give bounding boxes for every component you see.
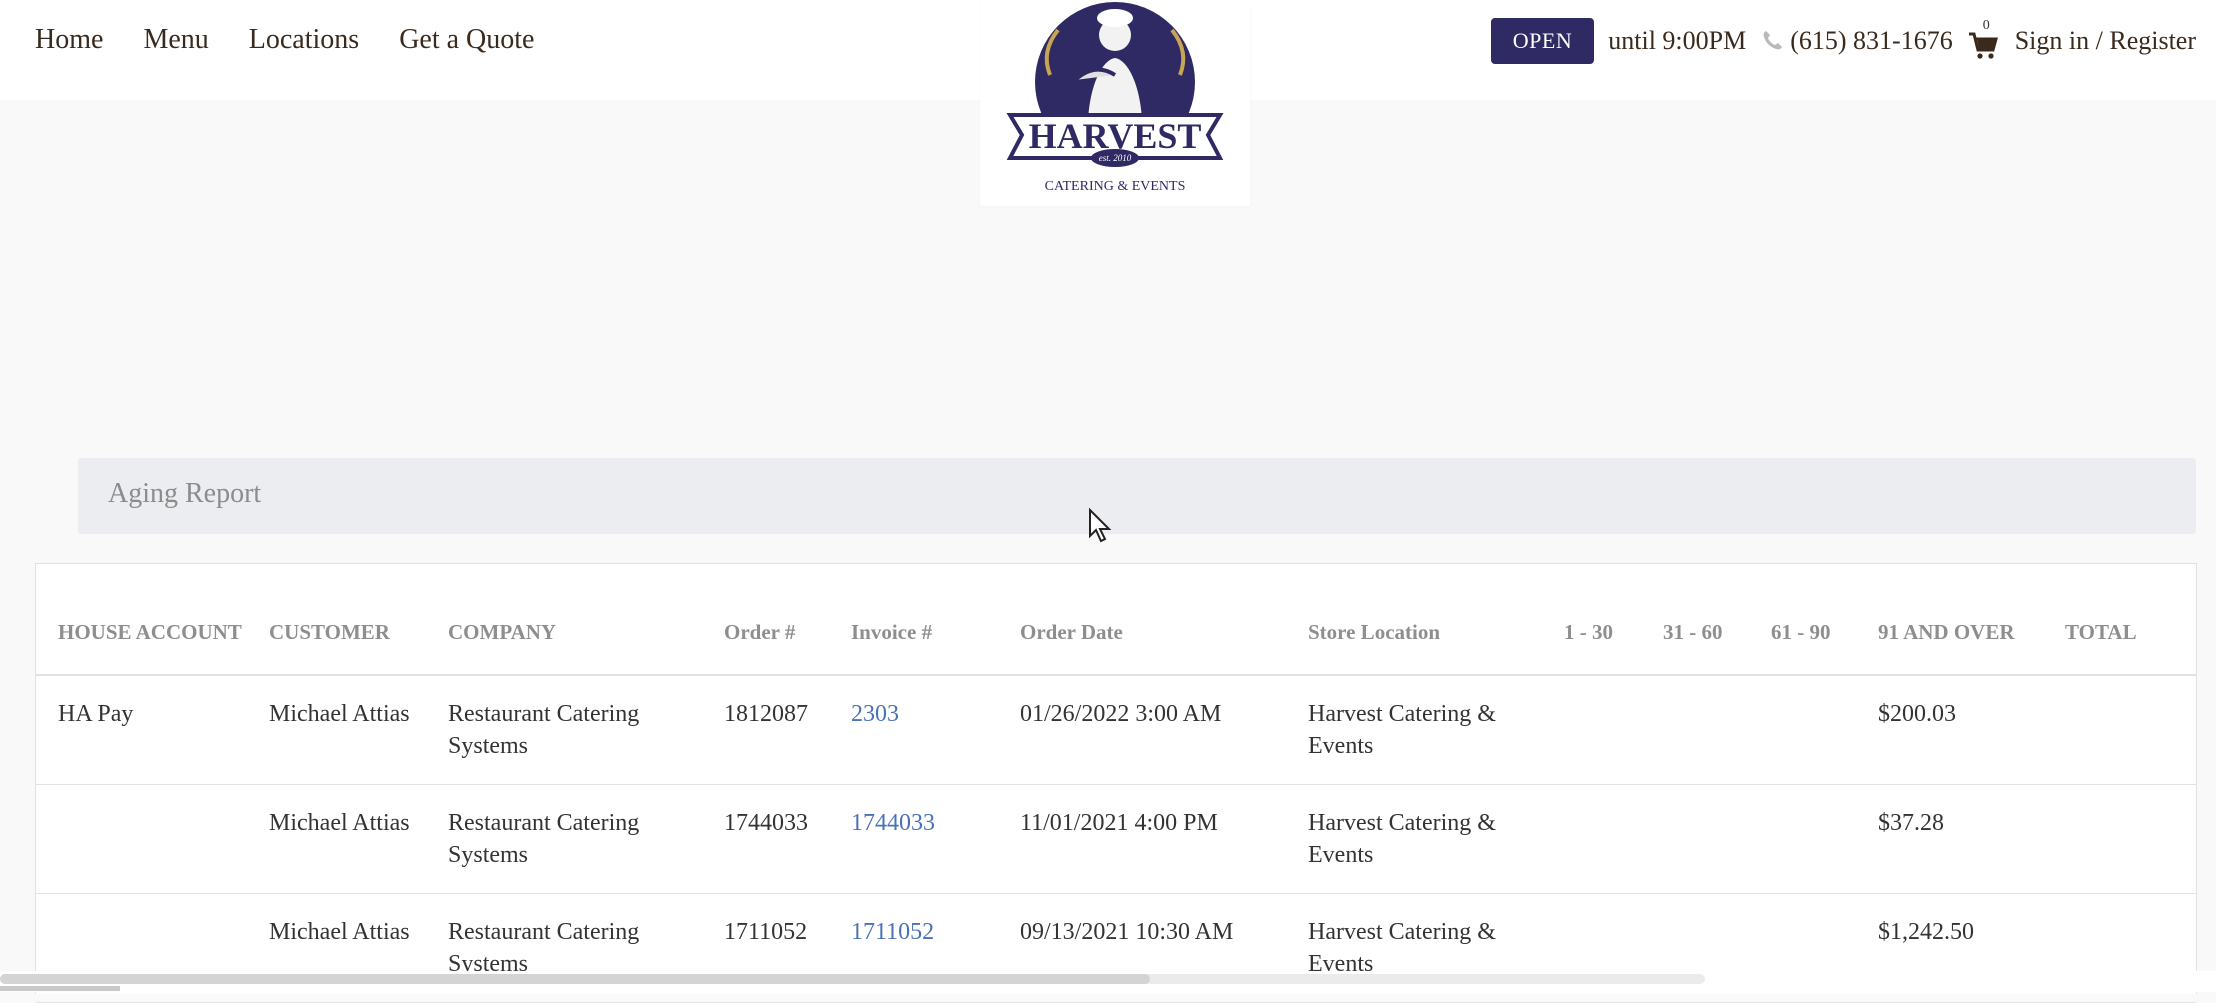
column-header[interactable]: Order Date — [998, 564, 1286, 676]
aging-31-60-cell — [1641, 784, 1749, 894]
open-status-badge: OPEN — [1490, 18, 1595, 64]
invoice-cell: 2303 — [829, 675, 998, 785]
phone-number[interactable]: (615) 831-1676 — [1760, 26, 1953, 56]
aging-91-over-cell: $200.03 — [1856, 675, 2043, 785]
table-row: HA Pay Michael Attias Restaurant Caterin… — [36, 675, 2196, 785]
harvest-logo[interactable]: HARVEST est. 2010 CATERING & EVENTS — [980, 0, 1250, 206]
main-nav: Home Menu Locations Get a Quote — [35, 24, 534, 56]
order-number-cell: 1812087 — [702, 675, 829, 785]
column-header[interactable]: 61 - 90 — [1749, 564, 1856, 676]
sign-in-register-link[interactable]: Sign in / Register — [2015, 26, 2196, 56]
aging-report-table: HOUSE ACCOUNT CUSTOMER COMPANY Order # I… — [36, 564, 2196, 1003]
aging-1-30-cell — [1542, 784, 1641, 894]
report-title: Aging Report — [108, 478, 262, 509]
column-header[interactable]: TOTAL — [2043, 564, 2196, 676]
column-header[interactable]: HOUSE ACCOUNT — [36, 564, 247, 676]
table-header-row: HOUSE ACCOUNT CUSTOMER COMPANY Order # I… — [36, 564, 2196, 676]
logo-established-text: est. 2010 — [1099, 153, 1132, 163]
company-cell: Restaurant Catering Systems — [426, 675, 702, 785]
column-header[interactable]: 91 AND OVER — [1856, 564, 2043, 676]
total-cell — [2043, 675, 2196, 785]
store-hours: until 9:00PM — [1608, 26, 1747, 55]
aging-61-90-cell — [1749, 784, 1856, 894]
logo-tagline-text: CATERING & EVENTS — [1045, 179, 1186, 194]
house-account-cell — [36, 784, 247, 894]
column-header[interactable]: CUSTOMER — [247, 564, 426, 676]
aging-1-30-cell — [1542, 675, 1641, 785]
customer-cell: Michael Attias — [247, 784, 426, 894]
mouse-cursor-icon — [1089, 508, 1112, 543]
house-account-cell: HA Pay — [36, 675, 247, 785]
scrollbar-thumb[interactable] — [0, 974, 1150, 984]
horizontal-scrollbar[interactable] — [0, 971, 2216, 992]
harvest-logo-emblem: HARVEST est. 2010 CATERING & EVENTS — [1006, 2, 1224, 194]
phone-icon — [1763, 31, 1783, 50]
invoice-link[interactable]: 2303 — [851, 701, 899, 727]
nav-locations-link[interactable]: Locations — [249, 24, 359, 56]
company-cell: Restaurant Catering Systems — [426, 784, 702, 894]
column-header[interactable]: Store Location — [1286, 564, 1542, 676]
customer-cell: Michael Attias — [247, 675, 426, 785]
store-location-cell: Harvest Catering & Events — [1286, 784, 1542, 894]
page-scrollbar-thumb[interactable] — [0, 986, 120, 991]
column-header[interactable]: COMPANY — [426, 564, 702, 676]
report-title-bar: Aging Report — [78, 458, 2196, 534]
shopping-cart-icon — [1968, 32, 1998, 59]
nav-home-link[interactable]: Home — [35, 24, 103, 56]
table-row: Michael Attias Restaurant Catering Syste… — [36, 784, 2196, 894]
order-number-cell: 1744033 — [702, 784, 829, 894]
cart-button[interactable]: 0 — [1967, 18, 2001, 59]
invoice-cell: 1744033 — [829, 784, 998, 894]
aging-91-over-cell: $37.28 — [1856, 784, 2043, 894]
column-header[interactable]: 31 - 60 — [1641, 564, 1749, 676]
invoice-link[interactable]: 1744033 — [851, 810, 935, 836]
invoice-link[interactable]: 1711052 — [851, 919, 934, 945]
aging-61-90-cell — [1749, 675, 1856, 785]
phone-number-text: (615) 831-1676 — [1790, 26, 1953, 55]
header-tools: OPEN until 9:00PM (615) 831-1676 0 Sign … — [1490, 18, 2196, 64]
aging-report-table-container: HOUSE ACCOUNT CUSTOMER COMPANY Order # I… — [35, 563, 2197, 1003]
nav-get-quote-link[interactable]: Get a Quote — [399, 24, 534, 56]
aging-31-60-cell — [1641, 675, 1749, 785]
order-date-cell: 11/01/2021 4:00 PM — [998, 784, 1286, 894]
nav-menu-link[interactable]: Menu — [143, 24, 208, 56]
total-cell — [2043, 784, 2196, 894]
store-location-cell: Harvest Catering & Events — [1286, 675, 1542, 785]
column-header[interactable]: Order # — [702, 564, 829, 676]
column-header[interactable]: 1 - 30 — [1542, 564, 1641, 676]
order-date-cell: 01/26/2022 3:00 AM — [998, 675, 1286, 785]
column-header[interactable]: Invoice # — [829, 564, 998, 676]
